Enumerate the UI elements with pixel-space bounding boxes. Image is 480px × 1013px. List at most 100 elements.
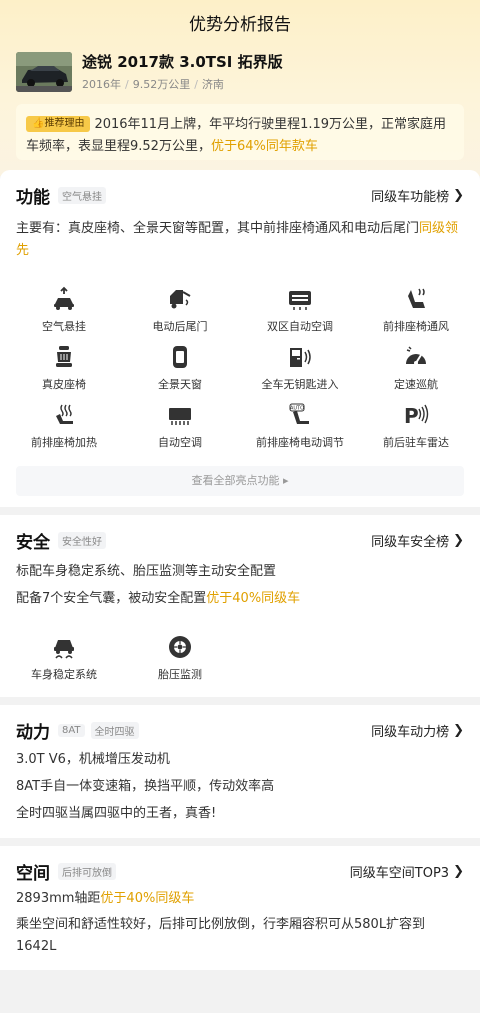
power-tag-transmission: 8AT bbox=[58, 723, 85, 737]
feature-label: 胎压监测 bbox=[158, 668, 202, 681]
car-city: 济南 bbox=[201, 78, 224, 91]
chevron-right-icon: ❯ bbox=[453, 722, 464, 738]
feature-label: 定速巡航 bbox=[394, 378, 438, 391]
space-line-1: 2893mm轴距优于40%同级车 bbox=[16, 888, 464, 910]
feature-item[interactable]: 真皮座椅 bbox=[4, 344, 124, 392]
car-mileage: 9.52万公里 bbox=[132, 78, 191, 91]
feature-label: 自动空调 bbox=[158, 436, 202, 449]
feature-item[interactable]: 车身稳定系统 bbox=[4, 634, 124, 682]
features-summary: 主要有：真皮座椅、全景天窗等配置，其中前排座椅通风和电动后尾门同级领先 bbox=[16, 218, 464, 262]
parking-radar-icon: P bbox=[403, 402, 429, 428]
space-tag: 后排可放倒 bbox=[58, 862, 116, 880]
chevron-right-icon: ❯ bbox=[453, 863, 464, 879]
feature-item[interactable]: 空气悬挂 bbox=[4, 286, 124, 334]
feature-item[interactable]: 前排座椅通风 bbox=[356, 286, 476, 334]
space-rank-link[interactable]: 同级车空间TOP3 ❯ bbox=[350, 862, 464, 881]
power-tailgate-icon bbox=[167, 286, 193, 312]
feature-label: 前后驻车雷达 bbox=[383, 436, 449, 449]
feature-item[interactable]: 自动空调 bbox=[120, 402, 240, 450]
power-card: 动力 8AT 全时四驱 同级车动力榜 ❯ 3.0T V6，机械增压发动机 8AT手… bbox=[0, 705, 480, 838]
hero-banner: 优势分析报告 途锐 2017款 3.0TSI 拓界版 2016年 /9.52万公里… bbox=[0, 0, 480, 176]
space-line-2: 乘坐空间和舒适性较好，后排可比例放倒，行李厢容积可从580L扩容到1642L bbox=[16, 917, 426, 954]
safety-line-2: 配备7个安全气囊，被动安全配置优于40%同级车 bbox=[16, 588, 464, 610]
features-rank-label: 同级车功能榜 bbox=[371, 189, 450, 205]
feature-label: 全景天窗 bbox=[158, 378, 202, 391]
space-title: 空间 bbox=[16, 863, 50, 884]
features-tag: 空气悬挂 bbox=[58, 186, 106, 204]
svg-text:AUTO: AUTO bbox=[290, 406, 304, 412]
dual-zone-ac-icon bbox=[287, 286, 313, 312]
recommend-badge: 👍推荐理由 bbox=[26, 116, 91, 132]
features-card: 功能 空气悬挂 同级车功能榜 ❯ 主要有：真皮座椅、全景天窗等配置，其中前排座椅通… bbox=[0, 170, 480, 507]
feature-label: 车身稳定系统 bbox=[31, 668, 97, 681]
top-bar: 优势分析报告 bbox=[0, 0, 480, 44]
power-line-3: 全时四驱当属四驱中的王者，真香! bbox=[16, 806, 217, 821]
power-line-2: 8AT手自一体变速箱，换挡平顺，传动效率高 bbox=[16, 779, 275, 794]
power-line-1: 3.0T V6，机械增压发动机 bbox=[16, 752, 170, 767]
cruise-control-icon bbox=[403, 344, 429, 370]
seat-ventilation-icon bbox=[403, 286, 429, 312]
reason-highlight: 优于64%同年款车 bbox=[210, 139, 318, 154]
feature-label: 前排座椅电动调节 bbox=[256, 436, 344, 449]
space-line-1-text: 2893mm轴距 bbox=[16, 891, 101, 906]
features-rank-link[interactable]: 同级车功能榜 ❯ bbox=[371, 186, 464, 205]
stability-control-icon bbox=[51, 634, 77, 660]
chevron-right-icon: ❯ bbox=[453, 187, 464, 203]
feature-item[interactable]: AUTO 前排座椅电动调节 bbox=[240, 402, 360, 450]
feature-item[interactable]: 胎压监测 bbox=[120, 634, 240, 682]
space-rank-label: 同级车空间TOP3 bbox=[349, 865, 450, 881]
recommend-reason: 👍推荐理由 2016年11月上牌，年平均行驶里程1.19万公里，正常家庭用车频率，… bbox=[16, 104, 464, 160]
safety-card: 安全 安全性好 同级车安全榜 ❯ 标配车身稳定系统、胎压监测等主动安全配置 配备7… bbox=[0, 515, 480, 697]
features-summary-text: 主要有：真皮座椅、全景天窗等配置，其中前排座椅通风和电动后尾门 bbox=[16, 221, 420, 236]
meta-separator: / bbox=[125, 78, 129, 91]
safety-line-2-text: 配备7个安全气囊，被动安全配置 bbox=[16, 591, 207, 606]
feature-label: 空气悬挂 bbox=[42, 320, 86, 333]
meta-separator: / bbox=[194, 78, 198, 91]
power-tag-drivetrain: 全时四驱 bbox=[90, 721, 139, 739]
view-all-features-button[interactable]: 查看全部亮点功能 ▸ bbox=[16, 466, 464, 496]
feature-label: 全车无钥匙进入 bbox=[261, 378, 339, 391]
feature-label: 双区自动空调 bbox=[267, 320, 333, 333]
power-title: 动力 bbox=[16, 722, 50, 743]
feature-item[interactable]: P 前后驻车雷达 bbox=[356, 402, 476, 450]
feature-item[interactable]: 电动后尾门 bbox=[120, 286, 240, 334]
feature-item[interactable]: 定速巡航 bbox=[356, 344, 476, 392]
tire-pressure-icon bbox=[167, 634, 193, 660]
car-name: 途锐 2017款 3.0TSI 拓界版 bbox=[82, 53, 283, 71]
feature-item[interactable]: 前排座椅加热 bbox=[4, 402, 124, 450]
power-seat-icon: AUTO bbox=[287, 402, 313, 428]
svg-text:P: P bbox=[404, 404, 419, 428]
safety-rank-link[interactable]: 同级车安全榜 ❯ bbox=[371, 531, 464, 550]
safety-line-2-highlight: 优于40%同级车 bbox=[206, 591, 301, 606]
car-meta: 2016年/9.52万公里 / 济南 bbox=[82, 76, 283, 92]
space-line-1-highlight: 优于40%同级车 bbox=[100, 891, 195, 906]
car-summary[interactable]: 途锐 2017款 3.0TSI 拓界版 2016年/9.52万公里 / 济南 bbox=[16, 52, 283, 92]
feature-item[interactable]: 全车无钥匙进入 bbox=[240, 344, 360, 392]
space-card: 空间 后排可放倒 同级车空间TOP3 ❯ 2893mm轴距优于40%同级车 乘坐空… bbox=[0, 846, 480, 970]
safety-title: 安全 bbox=[16, 532, 50, 553]
air-suspension-icon bbox=[51, 286, 77, 312]
power-rank-label: 同级车动力榜 bbox=[371, 724, 450, 740]
car-year: 2016年 bbox=[82, 78, 121, 91]
power-rank-link[interactable]: 同级车动力榜 ❯ bbox=[371, 721, 464, 740]
features-title: 功能 bbox=[16, 187, 50, 208]
chevron-right-icon: ❯ bbox=[453, 532, 464, 548]
panoramic-sunroof-icon bbox=[167, 344, 193, 370]
feature-label: 真皮座椅 bbox=[42, 378, 86, 391]
recommend-badge-label: 推荐理由 bbox=[44, 118, 85, 129]
car-thumbnail bbox=[16, 52, 72, 92]
seat-heating-icon bbox=[51, 402, 77, 428]
feature-label: 前排座椅加热 bbox=[31, 436, 97, 449]
leather-seat-icon bbox=[51, 344, 77, 370]
safety-tag: 安全性好 bbox=[58, 531, 106, 549]
auto-ac-icon bbox=[167, 402, 193, 428]
thumb-up-icon: 👍 bbox=[32, 118, 45, 129]
safety-line-1: 标配车身稳定系统、胎压监测等主动安全配置 bbox=[16, 564, 277, 579]
safety-rank-label: 同级车安全榜 bbox=[371, 534, 450, 550]
feature-item[interactable]: 双区自动空调 bbox=[240, 286, 360, 334]
feature-item[interactable]: 全景天窗 bbox=[120, 344, 240, 392]
page-title: 优势分析报告 bbox=[189, 14, 291, 35]
feature-label: 电动后尾门 bbox=[152, 320, 208, 333]
feature-label: 前排座椅通风 bbox=[383, 320, 449, 333]
keyless-entry-icon bbox=[287, 344, 313, 370]
